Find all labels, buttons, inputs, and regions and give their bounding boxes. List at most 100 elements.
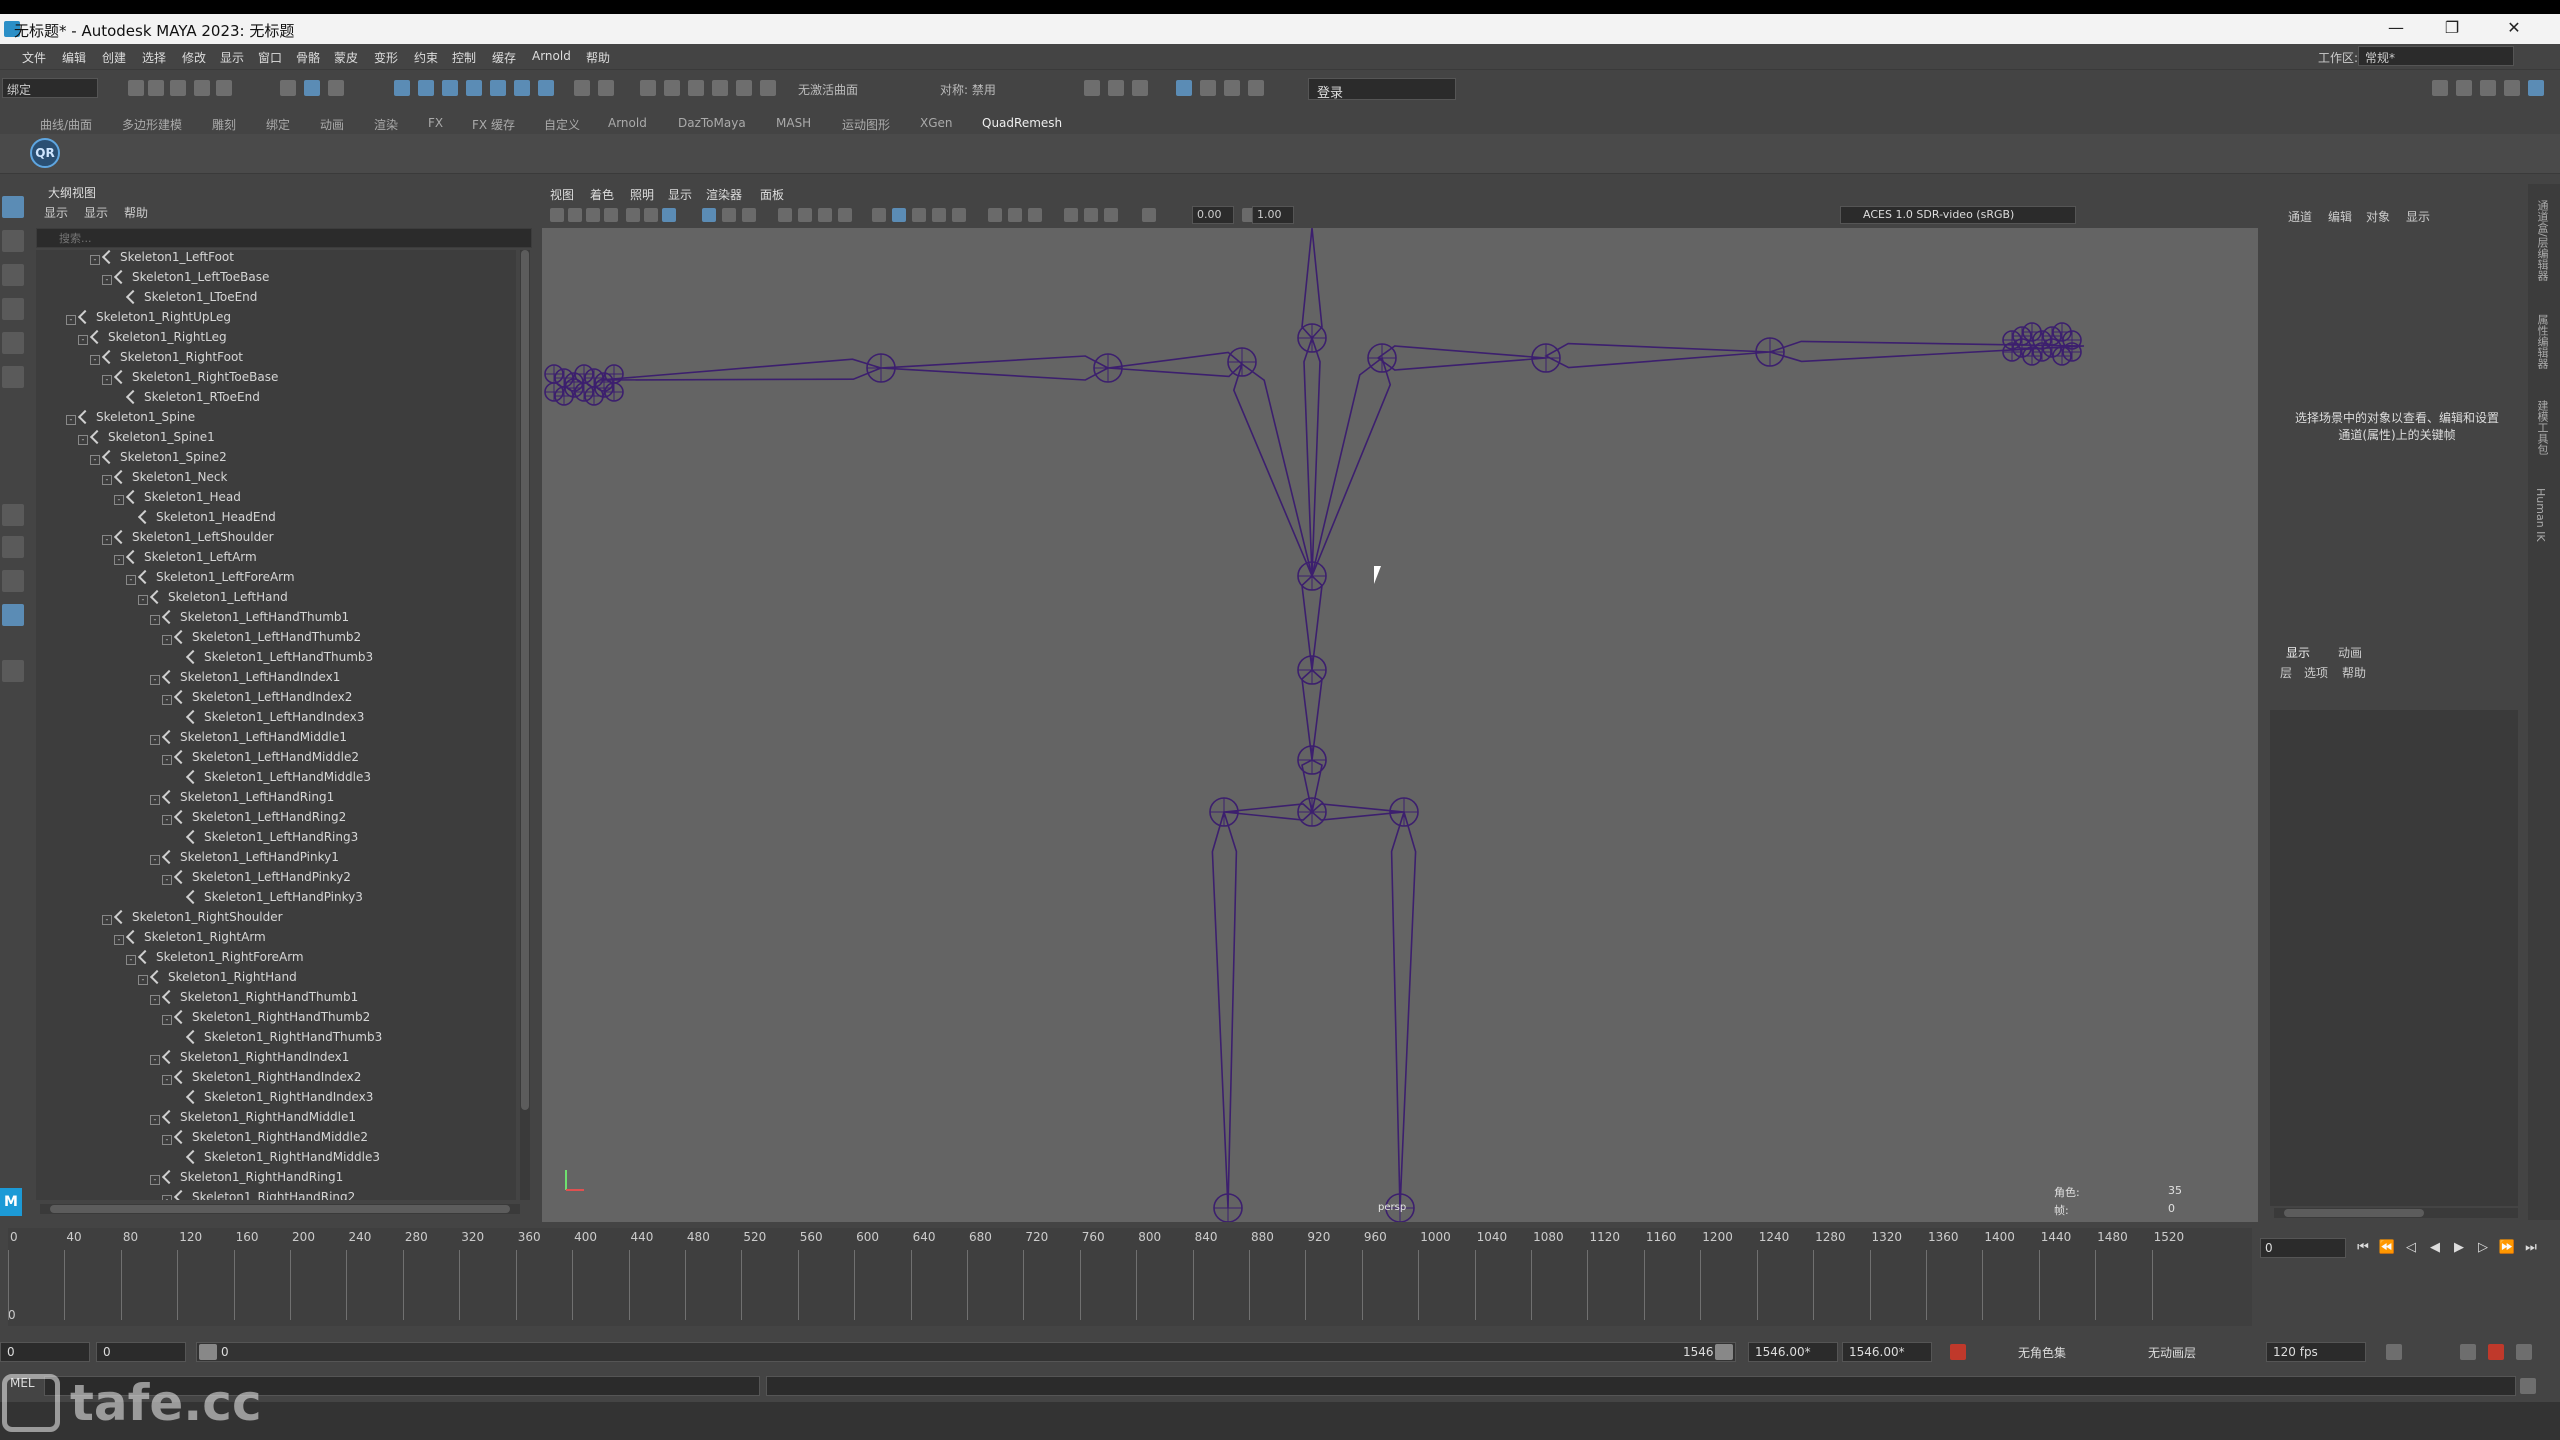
antialiasing-icon[interactable] xyxy=(952,208,966,222)
expand-collapse-icon[interactable]: - xyxy=(162,755,172,765)
shelf-tab-animation[interactable]: 动画 xyxy=(320,116,344,133)
human-ik-icon[interactable] xyxy=(2456,80,2472,96)
outliner-row[interactable]: - Skeleton1_RightForeArm xyxy=(126,949,304,970)
outliner-row[interactable]: - Skeleton1_LeftHandRing1 xyxy=(150,789,334,810)
expand-collapse-icon[interactable]: - xyxy=(150,735,160,745)
outliner-row[interactable]: Skeleton1_LeftHandPinky3 xyxy=(174,889,363,910)
select-camera-icon[interactable] xyxy=(550,208,564,222)
expand-collapse-icon[interactable]: - xyxy=(102,275,112,285)
snap-toggle-icon[interactable] xyxy=(538,80,554,96)
gate-icon[interactable] xyxy=(778,208,792,222)
outliner-row[interactable]: - Skeleton1_LeftHandMiddle1 xyxy=(150,729,347,750)
hypershade-icon[interactable] xyxy=(1176,80,1192,96)
channel-menu-channels[interactable]: 通道 xyxy=(2288,208,2312,225)
layer-menu-help[interactable]: 帮助 xyxy=(2342,664,2366,681)
close-button[interactable]: ✕ xyxy=(2494,18,2534,40)
channel-menu-edit[interactable]: 编辑 xyxy=(2328,208,2352,225)
undo-icon[interactable] xyxy=(194,80,210,96)
shadows-icon[interactable] xyxy=(912,208,926,222)
live-surface-label[interactable]: 无激活曲面 xyxy=(798,81,858,98)
shelf-tab-arnold[interactable]: Arnold xyxy=(608,116,647,130)
sound-icon[interactable] xyxy=(2460,1344,2476,1360)
outliner-row[interactable]: - Skeleton1_RightShoulder xyxy=(102,909,283,930)
menu-skin[interactable]: 蒙皮 xyxy=(334,49,358,66)
viewport-menu-renderer[interactable]: 渲染器 xyxy=(706,186,742,203)
outliner-row[interactable]: - Skeleton1_LeftHandPinky1 xyxy=(150,849,339,870)
safe-action-icon[interactable] xyxy=(798,208,812,222)
restore-button[interactable]: ❐ xyxy=(2432,18,2472,40)
expand-collapse-icon[interactable]: - xyxy=(150,995,160,1005)
outliner-row[interactable]: Skeleton1_LeftHandRing3 xyxy=(174,829,358,850)
tool-settings-icon[interactable] xyxy=(2504,80,2520,96)
smooth-shade-icon[interactable] xyxy=(722,208,736,222)
shelf-tab-custom[interactable]: 自定义 xyxy=(544,116,580,133)
step-forward-key-icon[interactable]: ⏩ xyxy=(2498,1240,2516,1256)
snap-view-plane-icon[interactable] xyxy=(490,80,506,96)
outliner-row[interactable]: - Skeleton1_LeftToeBase xyxy=(102,269,269,290)
outliner-row[interactable]: - Skeleton1_Head xyxy=(114,489,241,510)
step-forward-frame-icon[interactable]: ▷ xyxy=(2474,1240,2492,1256)
play-backwards-icon[interactable]: ◀ xyxy=(2426,1240,2444,1256)
outliner-row[interactable]: - Skeleton1_Spine2 xyxy=(90,449,227,470)
color-space-dropdown[interactable]: ACES 1.0 SDR-video (sRGB) xyxy=(1840,206,2076,224)
wireframe-icon[interactable] xyxy=(702,208,716,222)
outliner-row[interactable]: - Skeleton1_LeftFoot xyxy=(90,250,234,270)
single-perspective-layout-icon[interactable] xyxy=(2,504,24,526)
animation-start-field[interactable]: 0 xyxy=(0,1342,90,1362)
expand-collapse-icon[interactable]: - xyxy=(102,375,112,385)
outliner-row[interactable]: - Skeleton1_RightHand xyxy=(138,969,297,990)
outliner-row[interactable]: - Skeleton1_Spine1 xyxy=(78,429,215,450)
exposure-icon[interactable] xyxy=(1142,208,1156,222)
expand-collapse-icon[interactable]: - xyxy=(162,1135,172,1145)
expand-collapse-icon[interactable]: - xyxy=(162,1195,172,1200)
outliner-row[interactable]: Skeleton1_RightHandMiddle3 xyxy=(174,1149,380,1170)
magnet-6-icon[interactable] xyxy=(760,80,776,96)
expand-collapse-icon[interactable]: - xyxy=(150,675,160,685)
expand-collapse-icon[interactable]: - xyxy=(138,975,148,985)
viewport-menu-view[interactable]: 视图 xyxy=(550,186,574,203)
textured-icon[interactable] xyxy=(742,208,756,222)
expand-collapse-icon[interactable]: - xyxy=(114,555,124,565)
expand-collapse-icon[interactable]: - xyxy=(90,455,100,465)
magnet-5-icon[interactable] xyxy=(736,80,752,96)
expand-collapse-icon[interactable]: - xyxy=(78,435,88,445)
shelf-tab-quadremesh[interactable]: QuadRemesh xyxy=(982,116,1062,130)
image-plane-icon[interactable] xyxy=(604,208,618,222)
outliner-row[interactable]: - Skeleton1_LeftHand xyxy=(138,589,288,610)
side-tab-human-ik[interactable]: Human IK xyxy=(2534,488,2547,542)
lasso-tool-icon[interactable] xyxy=(2,230,24,252)
backface-icon[interactable] xyxy=(1084,208,1098,222)
outliner-row[interactable]: - Skeleton1_LeftHandThumb2 xyxy=(162,629,361,650)
outliner-row[interactable]: Skeleton1_LToeEnd xyxy=(114,289,257,310)
fps-dropdown[interactable]: 120 fps xyxy=(2266,1342,2366,1362)
snap-grid-icon[interactable] xyxy=(394,80,410,96)
layer-horizontal-scrollbar[interactable] xyxy=(2274,1208,2518,1218)
outliner-row[interactable]: Skeleton1_LeftHandIndex3 xyxy=(174,709,364,730)
frame-all-icon[interactable] xyxy=(1104,208,1118,222)
make-live-icon[interactable] xyxy=(514,80,530,96)
depth-of-field-icon[interactable] xyxy=(988,208,1002,222)
preferences-icon[interactable] xyxy=(2516,1344,2532,1360)
channel-menu-show[interactable]: 显示 xyxy=(2406,208,2430,225)
perspective-viewport[interactable]: 角色: 35 帧: 0 persp xyxy=(542,228,2258,1222)
menu-deform[interactable]: 变形 xyxy=(374,49,398,66)
minimize-button[interactable]: — xyxy=(2376,18,2416,40)
current-frame-field[interactable]: 0 xyxy=(2260,1238,2346,1258)
expand-collapse-icon[interactable]: - xyxy=(66,415,76,425)
channel-menu-object[interactable]: 对象 xyxy=(2366,208,2390,225)
menu-windows[interactable]: 窗口 xyxy=(258,49,282,66)
cache-icon[interactable] xyxy=(2488,1344,2504,1360)
resolution-gate-icon[interactable] xyxy=(838,208,852,222)
viewport-menu-panels[interactable]: 面板 xyxy=(760,186,784,203)
outliner-row[interactable]: - Skeleton1_RightArm xyxy=(114,929,266,950)
channel-box-icon[interactable] xyxy=(2528,80,2544,96)
ambient-occlusion-icon[interactable] xyxy=(932,208,946,222)
viewport-menu-show[interactable]: 显示 xyxy=(668,186,692,203)
expand-collapse-icon[interactable]: - xyxy=(162,1015,172,1025)
snap-curve-icon[interactable] xyxy=(418,80,434,96)
outliner-row[interactable]: Skeleton1_RightHandThumb3 xyxy=(174,1029,382,1050)
history-icon[interactable] xyxy=(598,80,614,96)
outliner-row[interactable]: - Skeleton1_RightHandRing2 xyxy=(162,1189,355,1200)
time-slider[interactable]: 0 0 40 80 120 160 200 240 280 320 360 400 440 480 520… xyxy=(8,1228,2252,1326)
anim-layer-dropdown[interactable]: 无动画层 xyxy=(2144,1342,2244,1362)
